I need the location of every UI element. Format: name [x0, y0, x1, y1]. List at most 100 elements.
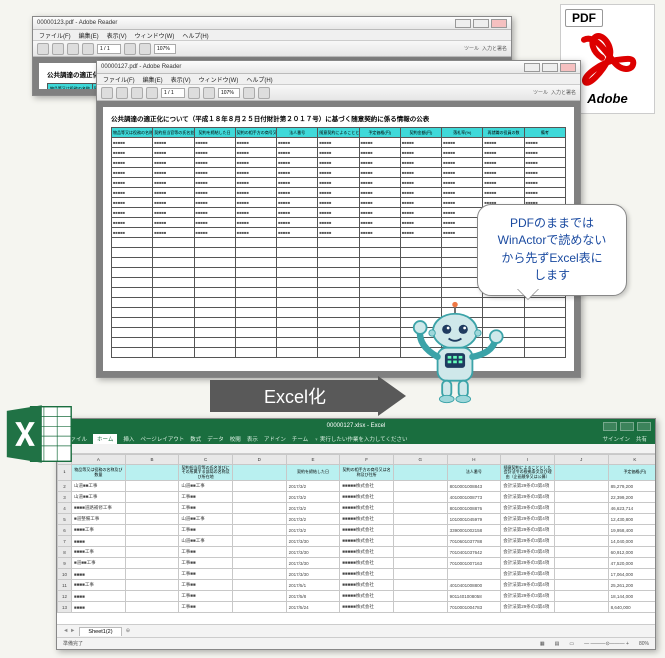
cell[interactable]: 22,399,200: [608, 492, 655, 503]
cell[interactable]: 12,430,800: [608, 514, 655, 525]
mail-icon[interactable]: [82, 43, 94, 55]
print-icon[interactable]: [67, 43, 79, 55]
tab-view[interactable]: 表示: [247, 435, 258, 443]
tools-label[interactable]: ツール: [533, 89, 548, 96]
col-letter[interactable]: G: [393, 455, 447, 465]
table-row[interactable]: 8■■■■工事工事■■2017/3/30■■■■■株式会社70104010376…: [58, 547, 656, 558]
cell[interactable]: 8: [58, 547, 72, 558]
cell[interactable]: [554, 503, 608, 514]
cell[interactable]: [125, 591, 179, 602]
cell[interactable]: [393, 525, 447, 536]
cell[interactable]: 2017/3/30: [286, 569, 340, 580]
cell[interactable]: ■■■■■株式会社: [340, 558, 394, 569]
cell[interactable]: [232, 514, 286, 525]
col-header[interactable]: 1: [58, 465, 72, 481]
excel-titlebar[interactable]: 00000127.xlsx - Excel: [57, 419, 655, 433]
cell[interactable]: 11: [58, 580, 72, 591]
cell[interactable]: 14,040,000: [608, 536, 655, 547]
cell[interactable]: 17,064,000: [608, 569, 655, 580]
cell[interactable]: ■■■■工事: [72, 525, 126, 536]
cell[interactable]: 2017/5/1: [286, 580, 340, 591]
col-letter[interactable]: H: [447, 455, 501, 465]
cell[interactable]: [125, 525, 179, 536]
table-row[interactable]: 10■■■■工事■■2017/3/30■■■■■株式会社会計法第29条の3第4項…: [58, 569, 656, 580]
cell[interactable]: ■■■■■株式会社: [340, 536, 394, 547]
cell[interactable]: ■■■■■株式会社: [340, 514, 394, 525]
cell[interactable]: [554, 602, 608, 613]
zoom-out-icon[interactable]: [124, 43, 136, 55]
cell[interactable]: 4010401008800: [447, 580, 501, 591]
cell[interactable]: [125, 602, 179, 613]
table-row[interactable]: 5■道整備工事山道■■工事2017/3/2■■■■■株式会社1010001045…: [58, 514, 656, 525]
cell[interactable]: [554, 525, 608, 536]
cell[interactable]: 山道■■工事: [179, 481, 233, 492]
cell[interactable]: 9011401008058: [447, 591, 501, 602]
page-field[interactable]: 1 / 1: [97, 44, 121, 54]
cell[interactable]: 13: [58, 602, 72, 613]
cell[interactable]: 工事■■: [179, 558, 233, 569]
cell[interactable]: 会計法第29条の3第4項: [501, 547, 555, 558]
menu-help[interactable]: ヘルプ(H): [246, 75, 272, 84]
cell[interactable]: ■■■■: [72, 569, 126, 580]
cell[interactable]: [554, 492, 608, 503]
cell[interactable]: 山道■■工事: [72, 481, 126, 492]
cell[interactable]: [232, 558, 286, 569]
maximize-button[interactable]: [620, 422, 634, 431]
minimize-button[interactable]: [455, 19, 471, 28]
cell[interactable]: 6: [58, 525, 72, 536]
tab-data[interactable]: データ: [207, 435, 224, 443]
col-header[interactable]: 随意契約によることとした会計法令の根拠条文及び理由（企画競争又は公募）: [501, 465, 555, 481]
tab-addin[interactable]: アドイン: [264, 435, 286, 443]
print-icon[interactable]: [131, 87, 143, 99]
col-header[interactable]: 物品等又は役務の名称及び数量: [72, 465, 126, 481]
cell[interactable]: 47,520,000: [608, 558, 655, 569]
table-row[interactable]: 13■■■■工事■■2017/5/24■■■■■株式会社701000100478…: [58, 602, 656, 613]
cell[interactable]: 工事■■: [179, 547, 233, 558]
cell[interactable]: 3390001002158: [447, 525, 501, 536]
cell[interactable]: [554, 514, 608, 525]
cell[interactable]: 2017/3/2: [286, 492, 340, 503]
table-row[interactable]: 6■■■■工事工事■■2017/3/2■■■■■株式会社339000100215…: [58, 525, 656, 536]
cell[interactable]: [125, 481, 179, 492]
cell[interactable]: [232, 503, 286, 514]
tab-formula[interactable]: 数式: [190, 435, 201, 443]
cell[interactable]: 25,261,200: [608, 580, 655, 591]
cell[interactable]: [393, 547, 447, 558]
zoom-out-icon[interactable]: [188, 87, 200, 99]
cell[interactable]: 工事■■: [179, 569, 233, 580]
sign-label[interactable]: 入力と署名: [482, 45, 507, 52]
col-letter[interactable]: B: [125, 455, 179, 465]
cell[interactable]: [393, 514, 447, 525]
cell[interactable]: [125, 558, 179, 569]
cell[interactable]: [393, 492, 447, 503]
tab-layout[interactable]: ページレイアウト: [140, 435, 184, 443]
col-header[interactable]: [554, 465, 608, 481]
cell[interactable]: [232, 591, 286, 602]
tab-team[interactable]: チーム: [292, 435, 308, 443]
sheet-tab[interactable]: Sheet1(2): [79, 627, 121, 636]
cell[interactable]: ■■■■■株式会社: [340, 602, 394, 613]
close-button[interactable]: [560, 63, 576, 72]
cell[interactable]: ■■■■■株式会社: [340, 547, 394, 558]
cell[interactable]: 8010001008876: [447, 503, 501, 514]
cell[interactable]: 山道■■工事: [179, 514, 233, 525]
col-letter[interactable]: I: [501, 455, 555, 465]
cell[interactable]: [554, 481, 608, 492]
cell[interactable]: 会計法第29条の3第4項: [501, 580, 555, 591]
maximize-button[interactable]: [542, 63, 558, 72]
cell[interactable]: [125, 569, 179, 580]
share-label[interactable]: 共有: [636, 435, 647, 443]
cell[interactable]: 山道■■工事: [179, 536, 233, 547]
cell[interactable]: 会計法第29条の3第4項: [501, 525, 555, 536]
cell[interactable]: 2017/5/8: [286, 591, 340, 602]
cell[interactable]: 8010001008843: [447, 481, 501, 492]
page-field[interactable]: 1 / 1: [161, 88, 185, 98]
cell[interactable]: 2017/5/24: [286, 602, 340, 613]
cell[interactable]: 46,623,714: [608, 503, 655, 514]
view-break-icon[interactable]: ▭: [569, 641, 574, 647]
cell[interactable]: 会計法第29条の3第4項: [501, 503, 555, 514]
cell[interactable]: [554, 536, 608, 547]
tool-icon[interactable]: [258, 87, 270, 99]
zoom-in-icon[interactable]: [139, 43, 151, 55]
cell[interactable]: [393, 536, 447, 547]
